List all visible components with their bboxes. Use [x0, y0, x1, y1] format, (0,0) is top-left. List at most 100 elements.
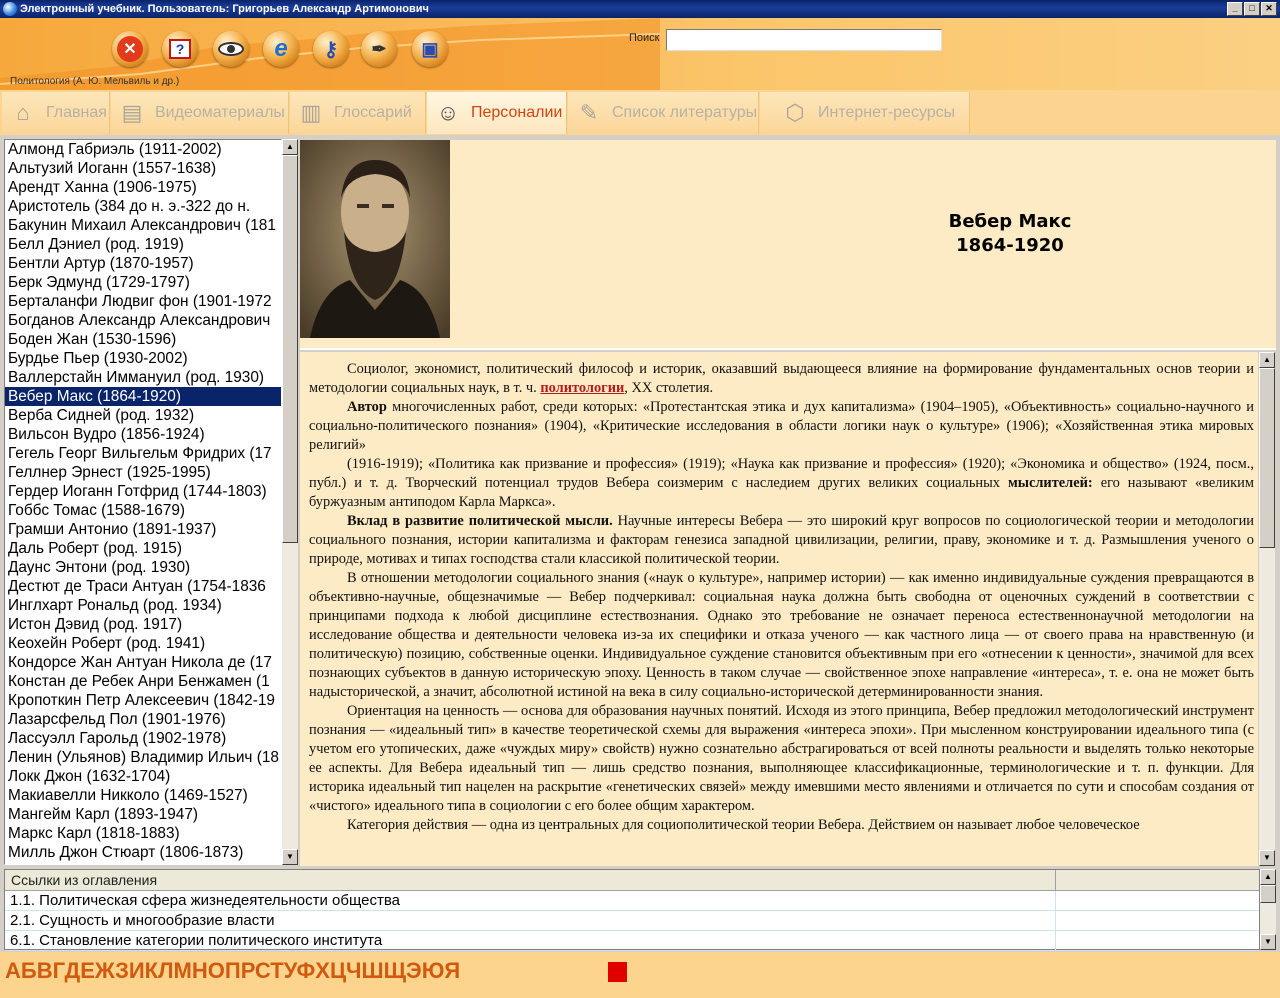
person-list-item[interactable]: Вебер Макс (1864-1920)	[5, 387, 281, 406]
person-list[interactable]: Алмонд Габриэль (1911-2002) Альтузий Иога…	[4, 139, 282, 865]
scroll-up-button[interactable]: ▲	[1260, 869, 1276, 885]
person-list-item[interactable]: Гегель Георг Вильгельм Фридрих (17	[5, 444, 281, 463]
person-list-item[interactable]: Альтузий Иоганн (1557-1638)	[5, 159, 281, 178]
scroll-thumb[interactable]	[1260, 885, 1276, 903]
toc-link-row[interactable]: 2.1. Сущность и многообразие власти	[5, 911, 1259, 931]
person-list-item[interactable]: Валлерстайн Иммануил (род. 1930)	[5, 368, 281, 387]
person-list-item[interactable]: Инглхарт Рональд (род. 1934)	[5, 596, 281, 615]
person-list-item[interactable]: Вильсон Вудро (1856-1924)	[5, 425, 281, 444]
toc-link-row[interactable]: 1.1. Политическая сфера жизнедеятельност…	[5, 891, 1259, 911]
alphabet-letter[interactable]: М	[174, 958, 192, 983]
person-list-item[interactable]: Боден Жан (1530-1596)	[5, 330, 281, 349]
alphabet-letter[interactable]: Д	[65, 958, 81, 983]
person-list-item[interactable]: Лассуэлл Гарольд (1902-1978)	[5, 729, 281, 748]
person-list-item[interactable]: Бентли Артур (1870-1957)	[5, 254, 281, 273]
scroll-thumb[interactable]	[1259, 368, 1275, 548]
person-list-item[interactable]: Кондорсе Жан Антуан Никола де (17	[5, 653, 281, 672]
tab-internet[interactable]: ⬡ Интернет-ресурсы	[760, 92, 970, 134]
alphabet-letter[interactable]: Е	[80, 958, 95, 983]
toc-links-scrollbar[interactable]: ▲ ▼	[1260, 869, 1276, 950]
maximize-button[interactable]: □	[1244, 2, 1260, 16]
scroll-down-button[interactable]: ▼	[282, 849, 298, 865]
alphabet-letter[interactable]: Ш	[362, 958, 384, 983]
person-list-item[interactable]: Даль Роберт (род. 1915)	[5, 539, 281, 558]
person-list-item[interactable]: Констан де Ребек Анри Бенжамен (1	[5, 672, 281, 691]
alphabet-letter[interactable]: Э	[406, 958, 422, 983]
article-scrollbar[interactable]: ▲ ▼	[1259, 352, 1275, 866]
person-list-scrollbar[interactable]: ▲ ▼	[282, 139, 298, 865]
alphabet-letter[interactable]: К	[145, 958, 158, 983]
person-list-item[interactable]: Локк Джон (1632-1704)	[5, 767, 281, 786]
person-list-item[interactable]: Истон Дэвид (род. 1917)	[5, 615, 281, 634]
tab-video[interactable]: ▤ Видеоматериалы	[111, 92, 289, 134]
alphabet-letter[interactable]: Б	[21, 958, 37, 983]
alphabet-letter[interactable]: А	[5, 958, 21, 983]
person-list-item[interactable]: Геллнер Эрнест (1925-1995)	[5, 463, 281, 482]
alphabet-letter[interactable]: Я	[444, 958, 460, 983]
tab-glossary[interactable]: ▥ Глоссарий	[290, 92, 426, 134]
pens-icon[interactable]: ✒	[361, 31, 397, 67]
browser-icon[interactable]: e	[263, 31, 299, 67]
alphabet-letter[interactable]: Л	[158, 958, 173, 983]
person-list-item[interactable]: Гоббс Томас (1588-1679)	[5, 501, 281, 520]
alphabet-letter[interactable]: Ч	[346, 958, 361, 983]
person-list-item[interactable]: Грамши Антонио (1891-1937)	[5, 520, 281, 539]
person-list-item[interactable]: Ленин (Ульянов) Владимир Ильич (18	[5, 748, 281, 767]
tab-literature[interactable]: ✎ Список литературы	[568, 92, 759, 134]
person-list-item[interactable]: Бурдье Пьер (1930-2002)	[5, 349, 281, 368]
person-list-item[interactable]: Милль Джон Стюарт (1806-1873)	[5, 843, 281, 862]
alphabet-letter[interactable]: Р	[241, 958, 255, 983]
alphabet-letter[interactable]: Х	[315, 958, 330, 983]
alphabet-letter[interactable]: З	[115, 958, 129, 983]
person-list-item[interactable]: Кропоткин Петр Алексеевич (1842-19	[5, 691, 281, 710]
alphabet-letter[interactable]: О	[208, 958, 225, 983]
eye-icon[interactable]	[213, 31, 249, 67]
alphabet-letter[interactable]: И	[129, 958, 145, 983]
toc-link-row[interactable]: 6.1. Становление категории политического…	[5, 931, 1259, 951]
person-list-item[interactable]: Кеохейн Роберт (род. 1941)	[5, 634, 281, 653]
person-list-item[interactable]: Дестют де Траси Антуан (1754-1836	[5, 577, 281, 596]
alphabet-letter[interactable]: В	[37, 958, 53, 983]
window-close-button[interactable]: ✕	[1261, 2, 1277, 16]
person-list-item[interactable]: Аристотель (384 до н. э.-322 до н.	[5, 197, 281, 216]
person-list-item[interactable]: Бакунин Михаил Александрович (181	[5, 216, 281, 235]
person-list-item[interactable]: Маркс Карл (1818-1883)	[5, 824, 281, 843]
alphabet-letter[interactable]: Ц	[330, 958, 346, 983]
scroll-down-button[interactable]: ▼	[1259, 850, 1275, 866]
person-list-item[interactable]: Мангейм Карл (1893-1947)	[5, 805, 281, 824]
person-list-item[interactable]: Арендт Ханна (1906-1975)	[5, 178, 281, 197]
person-list-item[interactable]: Берк Эдмунд (1729-1797)	[5, 273, 281, 292]
close-icon[interactable]: ✕	[112, 31, 148, 67]
person-list-item[interactable]: Белл Дэниел (род. 1919)	[5, 235, 281, 254]
alphabet-letter[interactable]: У	[284, 958, 297, 983]
alphabet-letter[interactable]: Т	[270, 958, 283, 983]
tab-persons[interactable]: ☺ Персоналии	[427, 92, 567, 134]
computer-icon[interactable]: ▣	[412, 31, 448, 67]
key-icon[interactable]: ⚷	[313, 31, 349, 67]
scroll-up-button[interactable]: ▲	[1259, 352, 1275, 368]
scroll-up-button[interactable]: ▲	[282, 139, 298, 155]
alphabet-letter[interactable]: Ф	[297, 958, 316, 983]
alphabet-letter[interactable]: П	[225, 958, 241, 983]
alphabet-letter[interactable]: С	[255, 958, 270, 983]
person-list-item[interactable]: Макиавелли Никколо (1469-1527)	[5, 786, 281, 805]
scroll-thumb[interactable]	[282, 155, 298, 543]
person-list-item[interactable]: Берталанфи Людвиг фон (1901-1972	[5, 292, 281, 311]
person-list-item[interactable]: Алмонд Габриэль (1911-2002)	[5, 140, 281, 159]
person-list-item[interactable]: Лазарсфельд Пол (1901-1976)	[5, 710, 281, 729]
scroll-down-button[interactable]: ▼	[1260, 934, 1276, 950]
alphabet-letter[interactable]: Н	[192, 958, 208, 983]
person-list-item[interactable]: Даунс Энтони (род. 1930)	[5, 558, 281, 577]
alphabet-letter[interactable]: Г	[53, 958, 65, 983]
person-list-item[interactable]: Верба Сидней (род. 1932)	[5, 406, 281, 425]
glossary-link[interactable]: политологии	[540, 380, 624, 396]
alphabet-letter[interactable]: Ж	[95, 958, 115, 983]
help-icon[interactable]: ?	[162, 31, 198, 67]
person-list-item[interactable]: Богданов Александр Александрович	[5, 311, 281, 330]
alphabet-letter[interactable]: Щ	[384, 958, 406, 983]
tab-main[interactable]: ⌂ Главная	[2, 92, 110, 134]
search-input[interactable]	[666, 29, 942, 51]
alphabet-letter[interactable]: Ю	[422, 958, 445, 983]
person-list-item[interactable]: Гердер Иоганн Готфрид (1744-1803)	[5, 482, 281, 501]
minimize-button[interactable]: _	[1227, 2, 1243, 16]
